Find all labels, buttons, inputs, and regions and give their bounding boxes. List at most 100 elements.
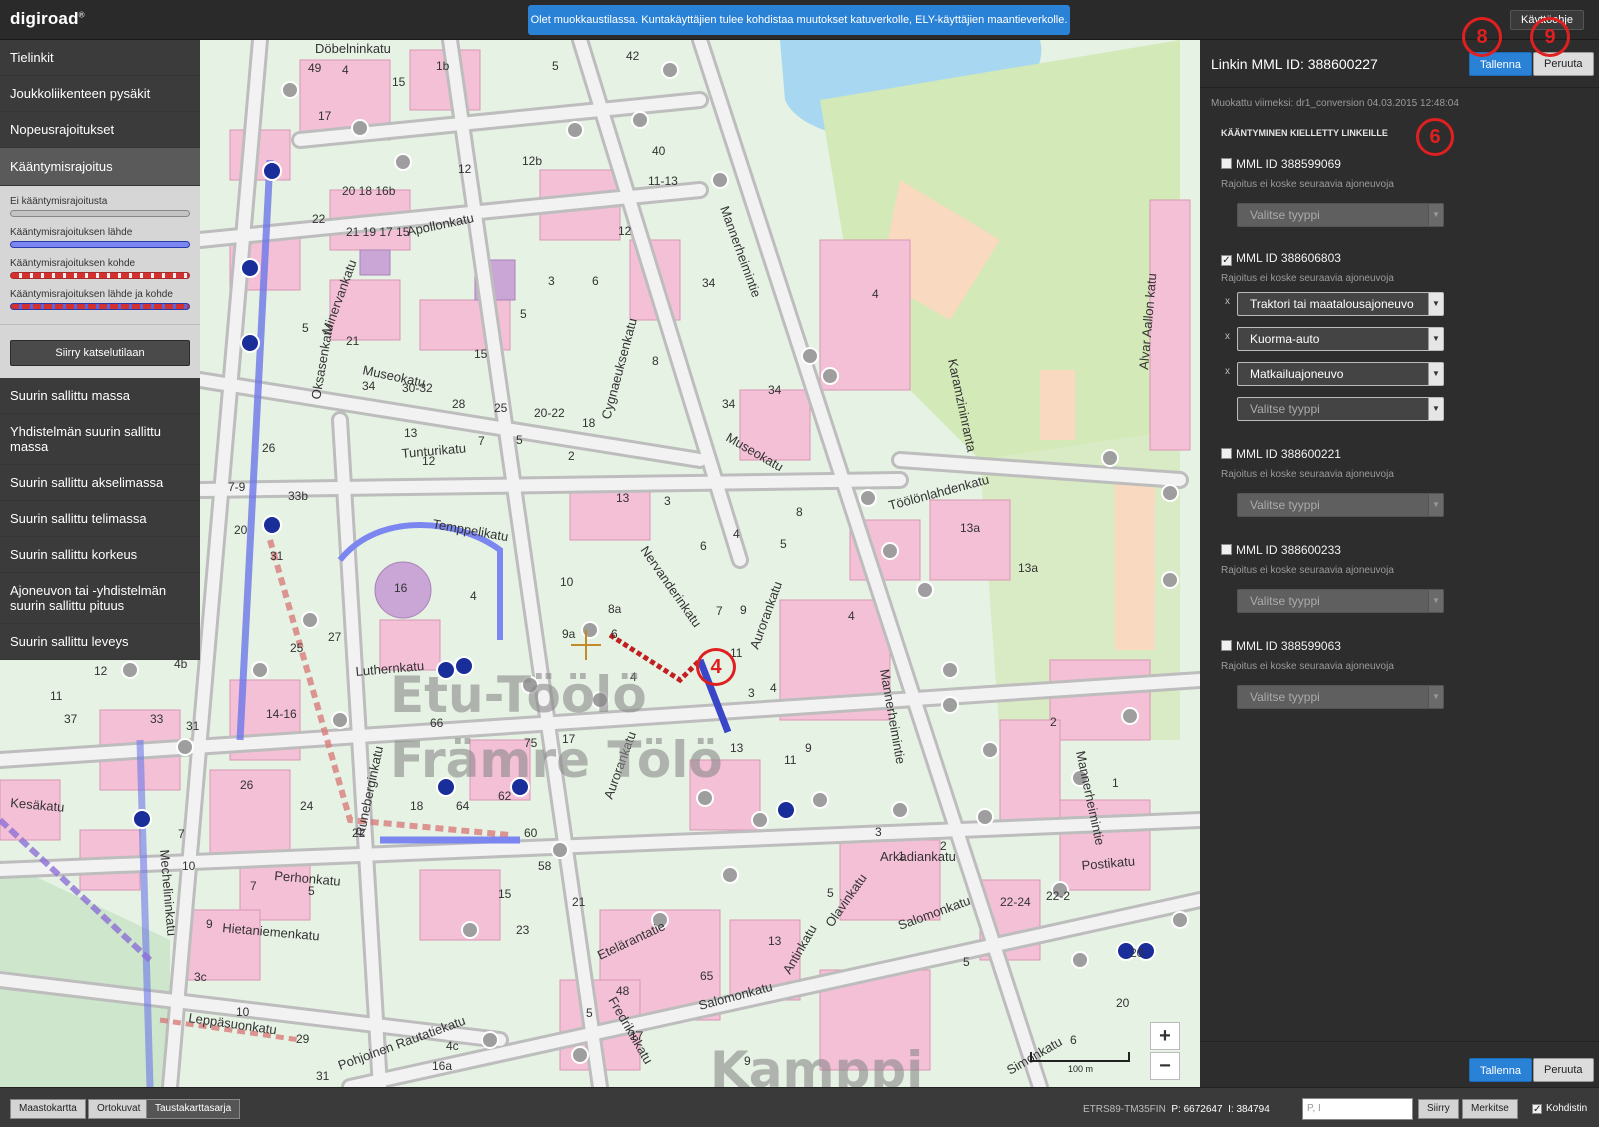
menu-item-pituus[interactable]: Ajoneuvon tai -yhdistelmän suurin sallit… — [0, 573, 200, 624]
left-menu: Tielinkit Joukkoliikenteen pysäkit Nopeu… — [0, 40, 200, 660]
zoom-out-button[interactable]: − — [1150, 1052, 1180, 1080]
zoom-in-button[interactable]: + — [1150, 1022, 1180, 1050]
svg-text:8: 8 — [796, 505, 803, 519]
menu-item-tielinkit[interactable]: Tielinkit — [0, 40, 200, 76]
menu-item-joukkoliikenteen-pysakit[interactable]: Joukkoliikenteen pysäkit — [0, 76, 200, 112]
svg-text:12: 12 — [458, 162, 472, 176]
svg-text:3c: 3c — [194, 970, 207, 984]
cursor-checkbox[interactable]: ✓ — [1532, 1104, 1542, 1115]
menu-item-telimassa[interactable]: Suurin sallittu telimassa — [0, 501, 200, 537]
svg-text:49: 49 — [308, 61, 322, 75]
svg-text:12: 12 — [94, 664, 108, 678]
svg-text:5: 5 — [827, 886, 834, 900]
svg-text:18: 18 — [582, 416, 596, 430]
goto-button[interactable]: Siirry — [1418, 1099, 1459, 1119]
remove-vehicle-icon[interactable]: x — [1225, 296, 1230, 307]
svg-text:22: 22 — [312, 212, 326, 226]
svg-text:3: 3 — [664, 494, 671, 508]
vehicle-type-select[interactable]: Valitse tyyppi ▼ — [1237, 685, 1444, 709]
svg-text:3: 3 — [875, 825, 882, 839]
svg-text:20: 20 — [1130, 946, 1144, 960]
svg-text:Cygnaeuksenkatu: Cygnaeuksenkatu — [598, 316, 639, 420]
svg-text:6: 6 — [611, 627, 618, 641]
svg-text:27: 27 — [328, 630, 342, 644]
svg-text:4: 4 — [470, 589, 477, 603]
menu-item-nopeusrajoitukset[interactable]: Nopeusrajoitukset — [0, 112, 200, 148]
svg-text:40: 40 — [652, 144, 666, 158]
svg-text:Kamppi: Kamppi — [710, 1041, 923, 1087]
svg-text:15: 15 — [498, 887, 512, 901]
svg-text:24: 24 — [300, 799, 314, 813]
edit-mode-notice: Olet muokkaustilassa. Kuntakäyttäjien tu… — [528, 5, 1070, 35]
menu-item-kaantymisrajoitus[interactable]: Kääntymisrajoitus — [0, 148, 200, 186]
svg-text:20: 20 — [1116, 996, 1130, 1010]
vehicle-type-select[interactable]: Valitse tyyppi ▼ — [1237, 203, 1444, 227]
svg-text:22-24: 22-24 — [1000, 895, 1031, 909]
chevron-down-icon: ▼ — [1428, 590, 1443, 612]
menu-item-leveys[interactable]: Suurin sallittu leveys — [0, 624, 200, 660]
svg-text:1b: 1b — [436, 59, 450, 73]
menu-item-akselimassa[interactable]: Suurin sallittu akselimassa — [0, 465, 200, 501]
svg-text:4: 4 — [733, 527, 740, 541]
digiroad-logo[interactable]: digiroad® — [10, 9, 85, 29]
svg-text:29: 29 — [296, 1032, 310, 1046]
vehicle-type-select[interactable]: Valitse tyyppi ▼ — [1237, 493, 1444, 517]
svg-text:20: 20 — [234, 523, 248, 537]
link-note: Rajoitus ei koske seuraavia ajoneuvoja — [1221, 565, 1394, 576]
svg-text:22-2: 22-2 — [1046, 889, 1070, 903]
svg-text:5: 5 — [520, 307, 527, 321]
svg-text:37: 37 — [64, 712, 78, 726]
menu-item-korkeus[interactable]: Suurin sallittu korkeus — [0, 537, 200, 573]
link-checkbox[interactable] — [1221, 158, 1232, 169]
svg-text:33: 33 — [150, 712, 164, 726]
link-checkbox[interactable] — [1221, 448, 1232, 459]
modified-info: Muokattu viimeksi: dr1_conversion 04.03.… — [1211, 98, 1459, 109]
remove-vehicle-icon[interactable]: x — [1225, 331, 1230, 342]
scale-bar — [1030, 1052, 1130, 1062]
svg-text:58: 58 — [538, 859, 552, 873]
layer-maastokartta[interactable]: Maastokartta — [10, 1099, 86, 1119]
svg-text:13: 13 — [616, 491, 630, 505]
svg-text:2: 2 — [1050, 715, 1057, 729]
view-mode-button[interactable]: Siirry katselutilaan — [10, 340, 190, 366]
svg-text:18: 18 — [410, 799, 424, 813]
svg-text:Oksasenkatu: Oksasenkatu — [308, 323, 336, 400]
vehicle-type-select[interactable]: Matkailuajoneuvo ▼ — [1237, 362, 1444, 386]
svg-text:15: 15 — [474, 347, 488, 361]
vehicle-type-select[interactable]: Kuorma-auto ▼ — [1237, 327, 1444, 351]
legend: Ei kääntymisrajoitusta Kääntymisrajoituk… — [0, 186, 200, 378]
vehicle-type-select[interactable]: Traktori tai maatalousajoneuvo ▼ — [1237, 292, 1444, 316]
svg-text:31: 31 — [270, 549, 284, 563]
layer-taustakarttasarja[interactable]: Taustakarttasarja — [146, 1099, 241, 1119]
svg-text:21 19 17 15: 21 19 17 15 — [346, 225, 410, 239]
chevron-down-icon: ▼ — [1428, 398, 1443, 420]
svg-text:28: 28 — [452, 397, 466, 411]
vehicle-type-select[interactable]: Valitse tyyppi ▼ — [1237, 589, 1444, 613]
link-checkbox[interactable]: ✓ — [1221, 255, 1232, 266]
mark-button[interactable]: Merkitse — [1462, 1099, 1518, 1119]
cancel-button-bottom[interactable]: Peruuta — [1533, 1058, 1594, 1082]
vehicle-type-select[interactable]: Valitse tyyppi ▼ — [1237, 397, 1444, 421]
link-checkbox[interactable] — [1221, 544, 1232, 555]
layer-ortokuvat[interactable]: Ortokuvat — [88, 1099, 150, 1119]
scale-label: 100 m — [1068, 1064, 1094, 1074]
svg-text:12b: 12b — [522, 154, 542, 168]
cursor-toggle[interactable]: ✓ Kohdistin — [1532, 1103, 1587, 1115]
svg-text:5: 5 — [780, 537, 787, 551]
svg-text:6: 6 — [592, 274, 599, 288]
remove-vehicle-icon[interactable]: x — [1225, 366, 1230, 377]
save-button-bottom[interactable]: Tallenna — [1469, 1058, 1532, 1082]
svg-text:7: 7 — [478, 434, 485, 448]
coordinate-readout: ETRS89-TM35FIN P: 6672647 I: 384794 — [1083, 1104, 1270, 1115]
svg-text:6: 6 — [1070, 1033, 1077, 1047]
svg-text:9: 9 — [805, 741, 812, 755]
menu-item-yhdistelman-massa[interactable]: Yhdistelmän suurin sallittu massa — [0, 414, 200, 465]
annotation-9: 9 — [1530, 17, 1570, 57]
svg-text:23: 23 — [516, 923, 530, 937]
svg-text:5: 5 — [516, 433, 523, 447]
link-checkbox[interactable] — [1221, 640, 1232, 651]
bottom-bar: Maastokartta Ortokuvat Taustakarttasarja… — [0, 1087, 1599, 1127]
svg-text:9a: 9a — [562, 627, 576, 641]
coordinate-input[interactable]: P, I — [1302, 1098, 1413, 1120]
menu-item-suurin-sallittu-massa[interactable]: Suurin sallittu massa — [0, 378, 200, 414]
